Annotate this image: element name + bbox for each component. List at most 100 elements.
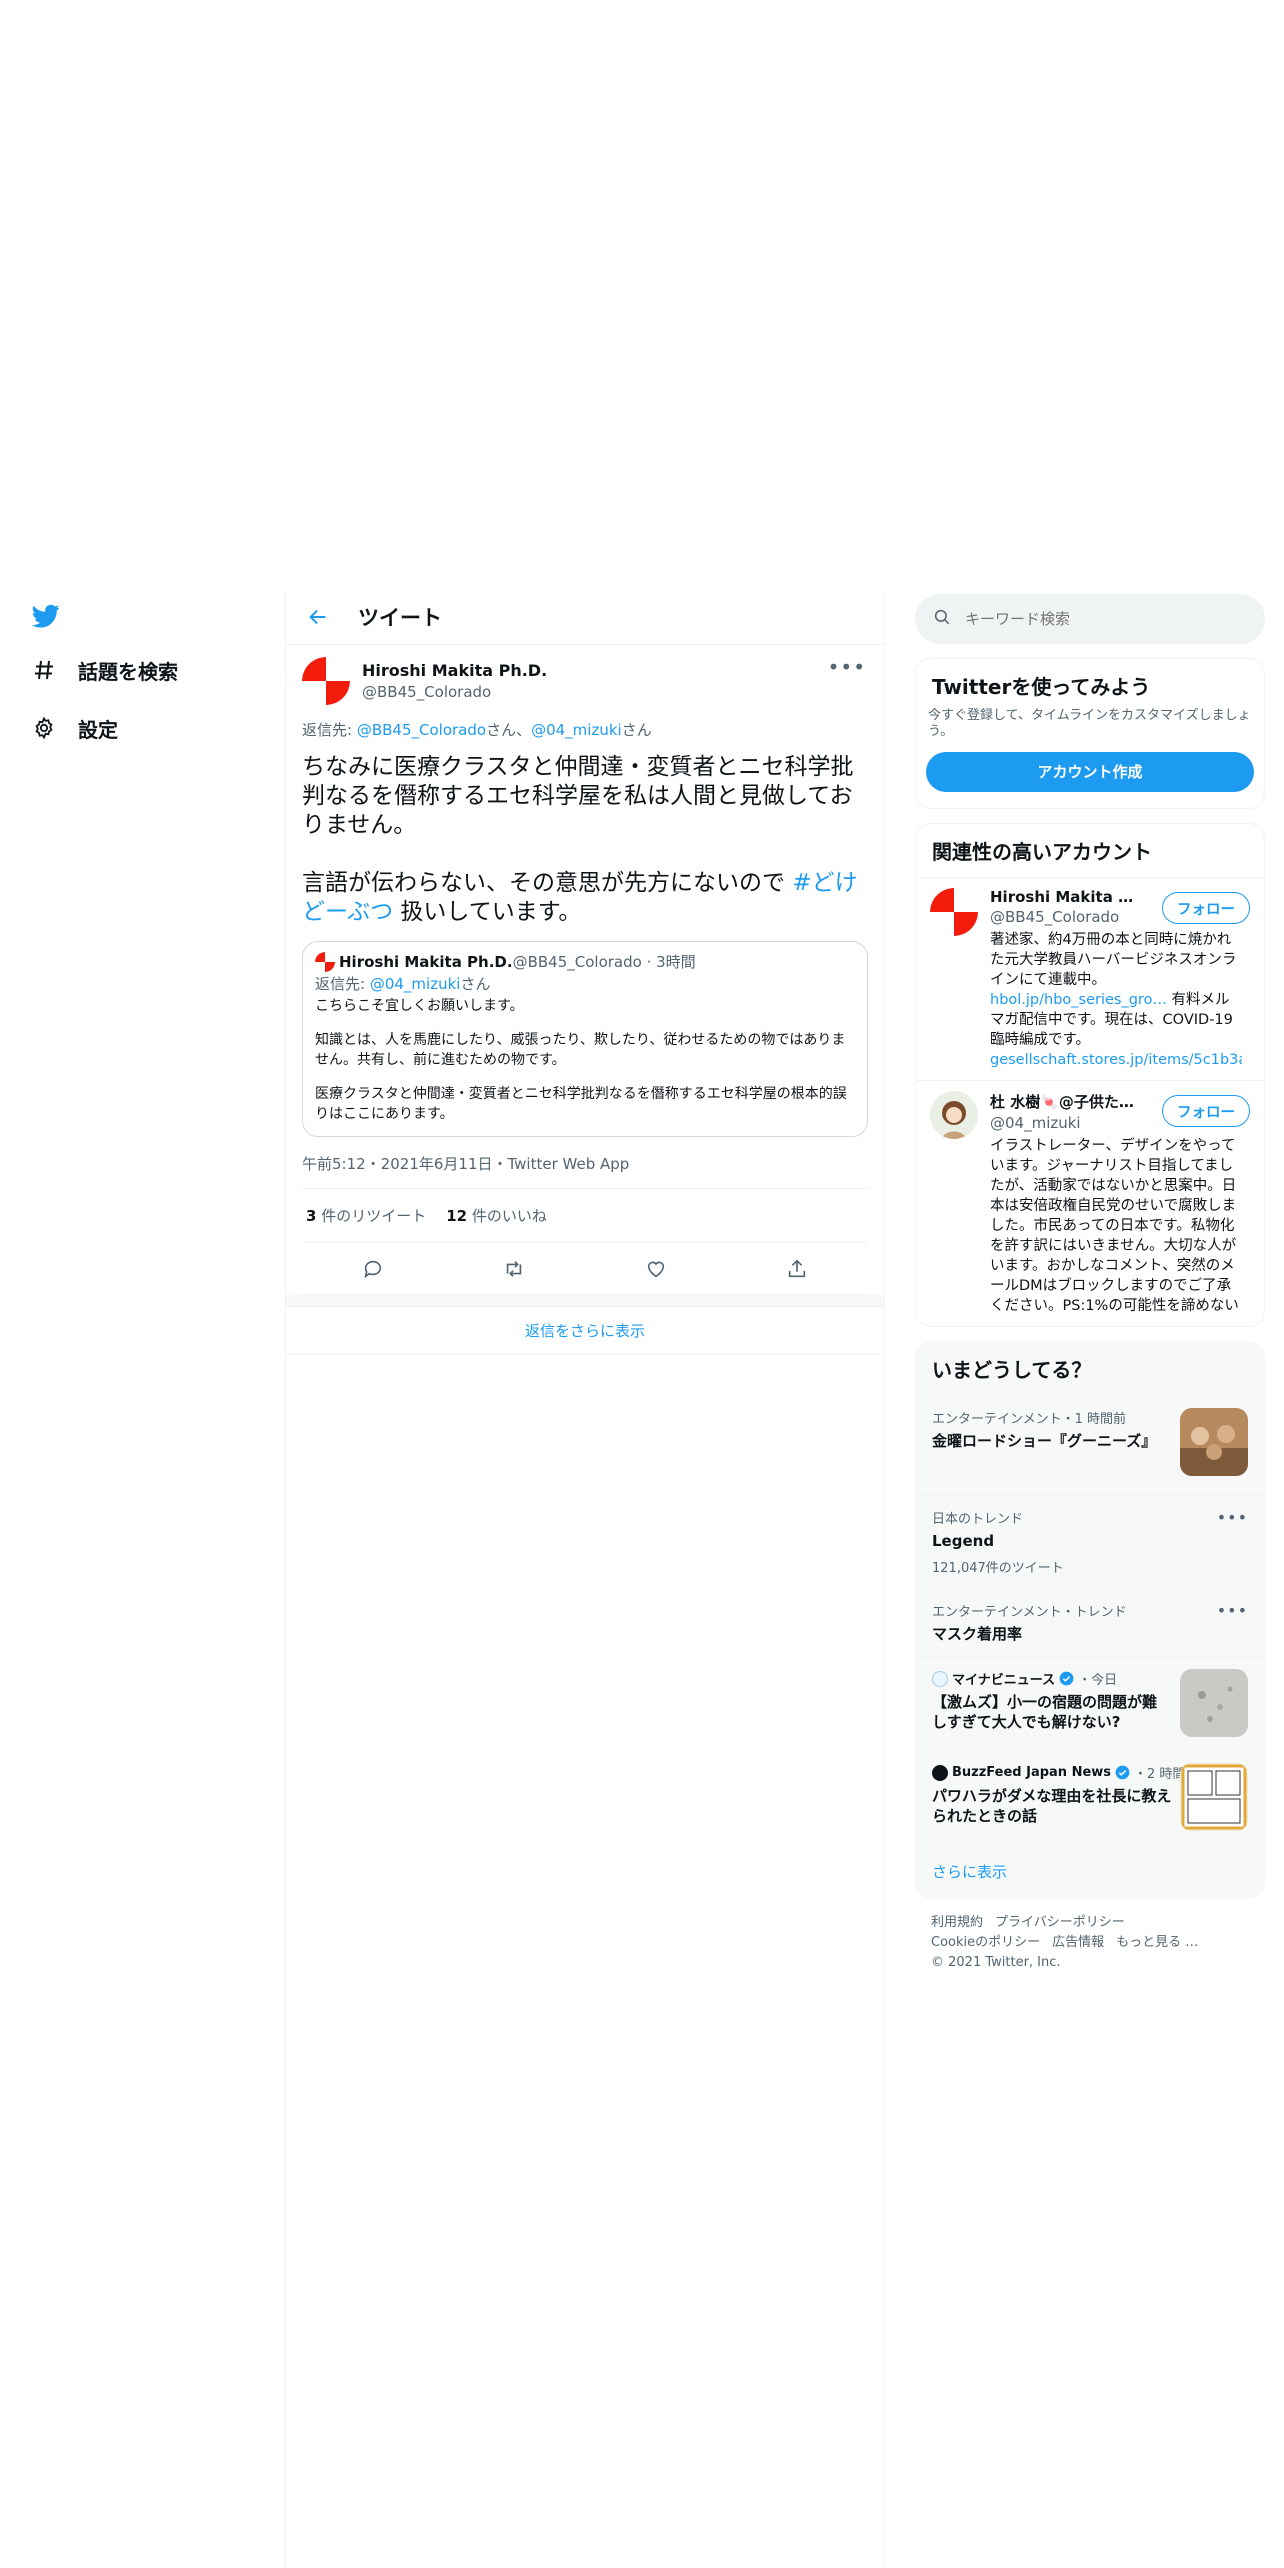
bio-link[interactable]: gesellschaft.stores.jp/items/5c1b3abe… [990, 1052, 1242, 1068]
retweet-icon[interactable] [497, 1252, 531, 1286]
show-more-link[interactable]: さらに表示 [916, 1844, 1264, 1898]
main-column: ツイート Hiroshi Makita Ph.D. @BB45_Colorado… [285, 590, 885, 2568]
signup-card: Twitterを使ってみよう 今すぐ登録して、タイムラインをカスタマイズしましょ… [915, 658, 1265, 809]
quote-reply-to: 返信先: @04_mizukiさん [315, 974, 855, 994]
bio-link[interactable]: hbol.jp/hbo_series_gro… [990, 992, 1167, 1008]
author-handle[interactable]: @BB45_Colorado [362, 683, 547, 701]
account-item[interactable]: Hiroshi Makita Ph.D. @BB45_Colorado 著述家、… [916, 877, 1264, 1080]
footer-link-terms[interactable]: 利用規約 [931, 1915, 983, 1930]
trend-item[interactable]: 日本のトレンド Legend 121,047件のツイート ••• [916, 1495, 1264, 1588]
trend-title: 金曜ロードショー『グーニーズ』 [932, 1432, 1157, 1450]
divider [286, 1295, 884, 1307]
reply-to-user-link: @04_mizuki [369, 975, 461, 993]
footer: 利用規約 プライバシーポリシー Cookieのポリシー 広告情報 もっと見る … © … [915, 1899, 1265, 1987]
trend-context: エンターテインメント・トレンド [932, 1605, 1127, 1620]
author-name[interactable]: Hiroshi Makita Ph.D. [362, 661, 547, 680]
nav-explore[interactable]: 話題を検索 [30, 650, 178, 690]
reply-to-user-link[interactable]: @BB45_Colorado [357, 721, 486, 739]
quote-text: こちらこそ宜しくお願いします。 知識とは、人を馬鹿にしたり、威張ったり、欺したり… [315, 996, 855, 1124]
main-tweet: Hiroshi Makita Ph.D. @BB45_Colorado ••• … [286, 645, 884, 1295]
reply-to-user-link[interactable]: @04_mizuki [531, 721, 622, 739]
quote-paragraph: こちらこそ宜しくお願いします。 [315, 998, 524, 1014]
more-icon[interactable]: ••• [1217, 1508, 1248, 1527]
trend-item[interactable]: マイナビニュース ・今日 【激ムズ】小一の宿題の問題が難しすぎて大人でも解けない… [916, 1656, 1264, 1750]
trends-title: いまどうしてる？ [932, 1358, 1092, 1382]
gear-icon [30, 714, 58, 742]
trend-item[interactable]: エンターテインメント・1 時間前 金曜ロードショー『グーニーズ』 [916, 1395, 1264, 1495]
related-accounts-card: 関連性の高いアカウント Hiroshi Makita Ph.D. @BB45_C… [915, 823, 1265, 1327]
retweets-count[interactable]: 3 件のリツイート [306, 1205, 426, 1226]
more-icon[interactable]: ••• [1217, 1601, 1248, 1620]
verified-badge-icon [1115, 1765, 1130, 1780]
hashtag-icon [30, 656, 58, 684]
trend-title: マスク着用率 [932, 1625, 1023, 1643]
header: ツイート [286, 590, 884, 645]
account-name[interactable]: 杜 水樹🍬@子供た… [990, 1091, 1140, 1112]
avatar[interactable] [930, 888, 978, 936]
follow-button[interactable]: フォロー [1162, 1095, 1250, 1127]
trend-item[interactable]: エンターテインメント・トレンド マスク着用率 ••• [916, 1588, 1264, 1656]
news-time: ・今日 [1078, 1673, 1118, 1688]
nav-settings-label: 設定 [78, 717, 118, 742]
trend-item[interactable]: BuzzFeed Japan News ・2 時間前 パワハラがダメな理由を社長… [916, 1750, 1264, 1844]
copyright: © 2021 Twitter, Inc. [931, 1955, 1061, 1970]
related-accounts-title: 関連性の高いアカウント [932, 840, 1152, 864]
show-more-replies-button[interactable]: 返信をさらに表示 [286, 1307, 884, 1355]
account-bio: 著述家、約4万冊の本と同時に焼かれた元大学教員ハーバービジネスオンラインにて連載… [990, 930, 1242, 1070]
share-icon[interactable] [780, 1252, 814, 1286]
retweets-number: 3 [306, 1207, 317, 1225]
likes-count[interactable]: 12 件のいいね [446, 1205, 547, 1226]
trend-count: 121,047件のツイート [932, 1561, 1064, 1576]
source-logo-icon [932, 1764, 948, 1781]
avatar[interactable] [302, 657, 350, 705]
source-name: BuzzFeed Japan News [952, 1765, 1112, 1780]
quote-paragraph: 医療クラスタと仲間達・変質者とニセ科学批判なるを僭称するエセ科学屋の根本的誤りは… [315, 1086, 847, 1122]
search-input[interactable] [965, 610, 1225, 628]
retweets-label: 件のリツイート [316, 1207, 427, 1225]
trends-card: いまどうしてる？ エンターテインメント・1 時間前 金曜ロードショー『グーニーズ… [915, 1341, 1265, 1899]
account-name[interactable]: Hiroshi Makita Ph.D. [990, 888, 1140, 906]
avatar [315, 952, 335, 972]
tweet-stats: 3 件のリツイート 12 件のいいね [302, 1189, 868, 1243]
right-sidebar: Twitterを使ってみよう 今すぐ登録して、タイムラインをカスタマイズしましょ… [915, 590, 1265, 1987]
nav-settings[interactable]: 設定 [30, 708, 118, 748]
heart-icon[interactable] [639, 1252, 673, 1286]
follow-button[interactable]: フォロー [1162, 892, 1250, 924]
tweet-paragraph: 言語が伝わらない、その意思が先方にないので #どけどーぶつ 扱いしています。 [302, 869, 868, 927]
source-logo-icon [932, 1670, 948, 1687]
tweet-timestamp[interactable]: 午前5:12・2021年6月11日・Twitter Web App [302, 1153, 868, 1189]
tweet-text-segment: 扱いしています。 [393, 899, 582, 925]
nav-explore-label: 話題を検索 [78, 659, 178, 684]
signup-title: Twitterを使ってみよう [932, 675, 1151, 699]
search-icon [933, 608, 951, 630]
more-icon[interactable]: ••• [828, 655, 866, 679]
trend-title: Legend [932, 1532, 995, 1550]
quote-paragraph: 知識とは、人を馬鹿にしたり、威張ったり、欺したり、従わせるための物ではありません… [315, 1032, 846, 1068]
verified-badge-icon [1059, 1671, 1074, 1686]
trend-thumbnail [1180, 1408, 1248, 1476]
account-item[interactable]: 杜 水樹🍬@子供た… @04_mizuki イラストレーター、デザインをやってい… [916, 1080, 1264, 1326]
twitter-bird-icon[interactable] [30, 602, 62, 630]
search-box [915, 594, 1265, 644]
quoted-tweet[interactable]: Hiroshi Makita Ph.D. @BB45_Colorado · 3時… [302, 941, 868, 1137]
source-name: マイナビニュース [952, 1673, 1056, 1688]
reply-to-suffix: さん [621, 721, 652, 739]
tweet-text-segment: 言語が伝わらない、その意思が先方にないので [302, 870, 793, 896]
reply-to-prefix: 返信先: [302, 721, 357, 739]
reply-to-separator: さん、 [486, 721, 532, 739]
footer-link-more[interactable]: もっと見る … [1116, 1935, 1198, 1950]
create-account-button[interactable]: アカウント作成 [926, 752, 1254, 792]
news-thumbnail [1180, 1669, 1248, 1737]
news-title: パワハラがダメな理由を社長に教えられたときの話 [932, 1787, 1172, 1825]
footer-link-cookies[interactable]: Cookieのポリシー [931, 1935, 1040, 1950]
account-bio: イラストレーター、デザインをやっています。ジャーナリスト目指してましたが、活動家… [990, 1138, 1239, 1314]
page-title: ツイート [358, 606, 442, 630]
footer-link-ads[interactable]: 広告情報 [1052, 1935, 1104, 1950]
arrow-left-icon[interactable] [306, 605, 330, 629]
footer-link-privacy[interactable]: プライバシーポリシー [995, 1915, 1125, 1930]
trend-context: 日本のトレンド [932, 1512, 1024, 1527]
reply-icon[interactable] [356, 1252, 390, 1286]
avatar[interactable] [930, 1091, 978, 1139]
reply-to-prefix: 返信先: [315, 975, 370, 993]
bio-text: 著述家、約4万冊の本と同時に焼かれた元大学教員ハーバービジネスオンラインにて連載… [990, 932, 1237, 988]
